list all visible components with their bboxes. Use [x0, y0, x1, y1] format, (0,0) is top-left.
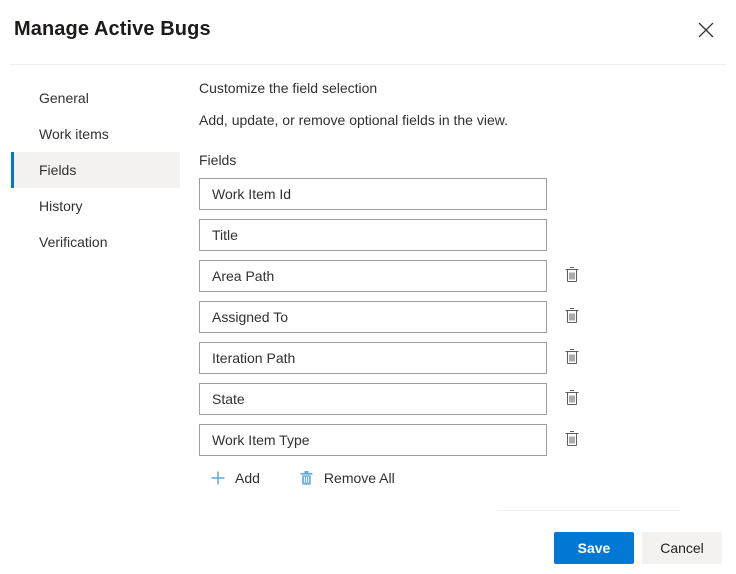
dialog-footer: Save Cancel [554, 532, 722, 564]
add-field-button[interactable]: Add [203, 465, 266, 491]
delete-field-button[interactable] [558, 344, 586, 372]
field-input-area-path[interactable] [199, 260, 547, 292]
field-actions: Add Remove All [199, 465, 699, 491]
field-row [199, 424, 699, 456]
remove-all-fields-label: Remove All [323, 470, 395, 486]
trash-icon [564, 266, 580, 286]
delete-field-button[interactable] [558, 303, 586, 331]
trash-icon [298, 469, 316, 487]
sidebar-item-history[interactable]: History [11, 188, 180, 224]
field-input-title[interactable] [199, 219, 547, 251]
plus-icon [209, 469, 227, 487]
header-divider [10, 64, 726, 65]
content-heading: Customize the field selection [199, 80, 378, 96]
sidebar-item-general[interactable]: General [11, 80, 180, 116]
sidebar-item-verification[interactable]: Verification [11, 224, 180, 260]
remove-all-fields-button[interactable]: Remove All [292, 465, 401, 491]
field-row [199, 219, 699, 251]
content-subtext: Add, update, or remove optional fields i… [199, 112, 508, 128]
field-input-state[interactable] [199, 383, 547, 415]
trash-icon [564, 430, 580, 450]
field-input-assigned-to[interactable] [199, 301, 547, 333]
sidebar-item-label: Work items [39, 126, 109, 142]
close-button[interactable] [690, 14, 722, 46]
field-row [199, 260, 699, 292]
cancel-button[interactable]: Cancel [642, 532, 722, 564]
delete-field-button[interactable] [558, 262, 586, 290]
trash-icon [564, 348, 580, 368]
sidebar-item-label: History [39, 198, 83, 214]
delete-placeholder [558, 180, 586, 208]
field-input-work-item-id[interactable] [199, 178, 547, 210]
page-title: Manage Active Bugs [14, 18, 211, 40]
delete-placeholder [558, 221, 586, 249]
trash-icon [564, 389, 580, 409]
footer-divider [498, 510, 680, 511]
sidebar-item-label: Fields [39, 162, 77, 178]
sidebar-item-label: Verification [39, 234, 108, 250]
field-row [199, 301, 699, 333]
sidebar-item-work-items[interactable]: Work items [11, 116, 180, 152]
field-list [199, 178, 699, 456]
field-input-iteration-path[interactable] [199, 342, 547, 374]
field-row [199, 383, 699, 415]
sidebar-nav: General Work items Fields History Verifi… [0, 80, 185, 260]
delete-field-button[interactable] [558, 426, 586, 454]
field-input-work-item-type[interactable] [199, 424, 547, 456]
sidebar-item-fields[interactable]: Fields [11, 152, 180, 188]
save-button[interactable]: Save [554, 532, 634, 564]
add-field-label: Add [235, 470, 260, 486]
trash-icon [564, 307, 580, 327]
close-icon [696, 20, 716, 40]
field-row [199, 342, 699, 374]
main-content: Customize the field selection Add, updat… [199, 80, 699, 491]
delete-field-button[interactable] [558, 385, 586, 413]
fields-section-label: Fields [199, 152, 237, 168]
sidebar-item-label: General [39, 90, 89, 106]
field-row [199, 178, 699, 210]
dialog-header: Manage Active Bugs [0, 0, 736, 65]
